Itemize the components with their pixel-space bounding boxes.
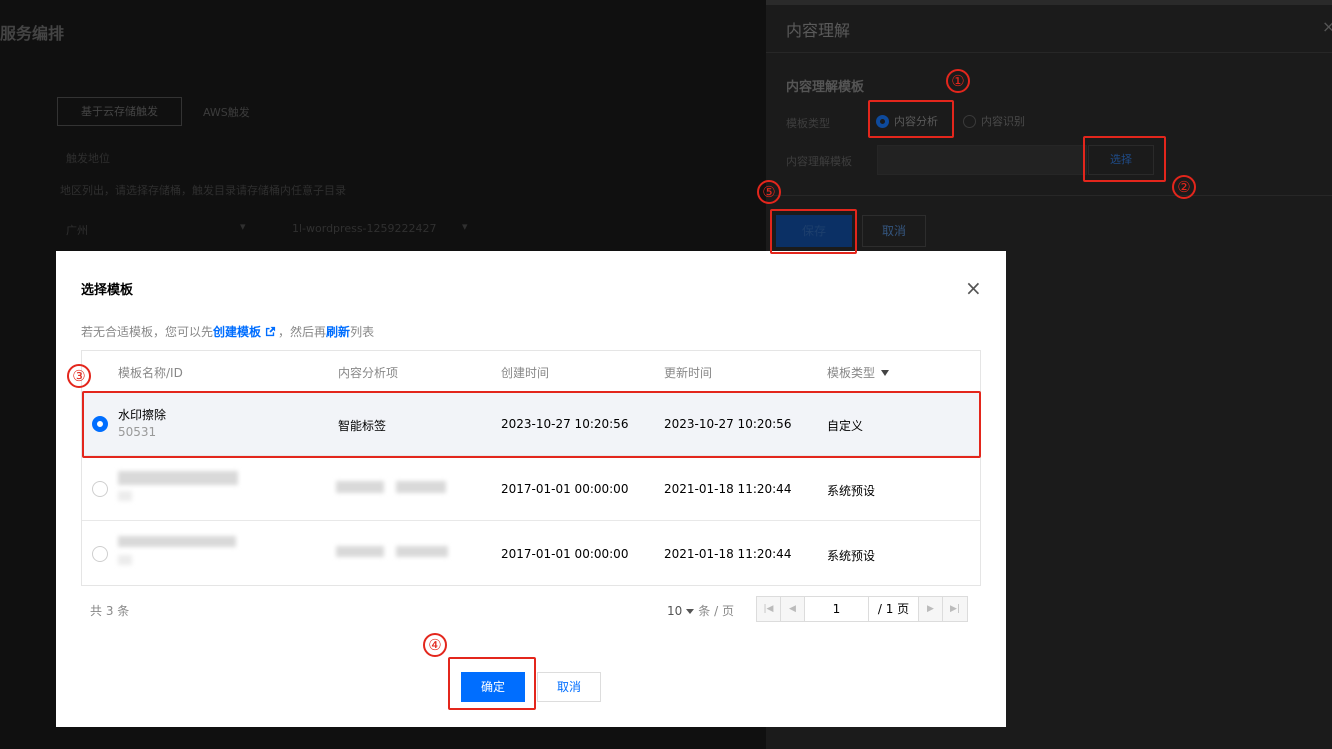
- annotation-box: [770, 209, 857, 254]
- annotation-box: [82, 391, 981, 458]
- modal-tip: 若无合适模板，您可以先创建模板 ，然后再刷新列表: [81, 323, 374, 340]
- trigger-row: 广州 ▾ 1l-wordpress-1259222427 ▾: [60, 218, 480, 240]
- created-time: 2017-01-01 00:00:00: [501, 547, 629, 561]
- template-type: 系统预设: [827, 484, 876, 498]
- updated-time: 2021-01-18 11:20:44: [664, 547, 792, 561]
- column-header-updated: 更新时间: [664, 366, 713, 380]
- column-header-type-label: 模板类型: [827, 366, 876, 380]
- chevron-down-icon: [686, 609, 695, 614]
- modal-title: 选择模板: [81, 283, 134, 298]
- prev-page-icon[interactable]: ◀: [781, 597, 805, 621]
- radio-content-recognition[interactable]: 内容识别: [963, 113, 1025, 129]
- redacted-id: [118, 555, 132, 565]
- cancel-button[interactable]: 取消: [537, 672, 601, 702]
- page-size-unit: 条 / 页: [698, 604, 734, 618]
- close-icon[interactable]: ×: [965, 278, 982, 298]
- chevron-down-icon[interactable]: ▾: [240, 220, 246, 233]
- chevron-down-icon[interactable]: ▾: [462, 220, 468, 233]
- tab-aws-trigger[interactable]: AWS触发: [203, 104, 250, 120]
- table-row[interactable]: 2017-01-01 00:00:00 2021-01-18 11:20:44 …: [82, 522, 980, 586]
- annotation-number: ③: [67, 364, 91, 388]
- redacted-item: [396, 546, 448, 557]
- filter-icon[interactable]: [881, 370, 890, 376]
- annotation-number: ⑤: [757, 180, 781, 204]
- cancel-button[interactable]: 取消: [862, 215, 926, 247]
- annotation-box: [1083, 136, 1166, 182]
- next-page-icon[interactable]: ▶: [919, 597, 943, 621]
- create-template-link[interactable]: 创建模板: [213, 325, 261, 339]
- refresh-link[interactable]: 刷新: [326, 325, 350, 339]
- column-header-type[interactable]: 模板类型: [827, 364, 890, 381]
- bucket-value: 1l-wordpress-1259222427: [292, 222, 437, 235]
- close-icon[interactable]: ×: [1322, 17, 1332, 36]
- radio-label: 内容识别: [981, 115, 1025, 128]
- redacted-id: [118, 491, 132, 501]
- tip-prefix: 若无合适模板，您可以先: [81, 325, 214, 339]
- page-title: 服务编排: [0, 24, 65, 43]
- redacted-name: [118, 536, 236, 547]
- page-size-select[interactable]: 10 条 / 页: [667, 602, 734, 619]
- page-size-value: 10: [667, 604, 683, 618]
- redacted-item: [336, 481, 384, 493]
- row-radio[interactable]: [92, 481, 108, 497]
- section-label: 触发地位: [66, 152, 110, 165]
- redacted-item: [396, 481, 446, 493]
- pagination: |◀ ◀ 1 / 1 页 ▶ ▶|: [756, 596, 968, 622]
- updated-time: 2021-01-18 11:20:44: [664, 482, 792, 496]
- table-header: 模板名称/ID 内容分析项 创建时间 更新时间 模板类型: [82, 351, 980, 392]
- select-template-modal: 选择模板 × 若无合适模板，您可以先创建模板 ，然后再刷新列表 模板名称/ID 内…: [56, 251, 1006, 727]
- table-row[interactable]: 2017-01-01 00:00:00 2021-01-18 11:20:44 …: [82, 457, 980, 521]
- column-header-created: 创建时间: [501, 366, 550, 380]
- tab-cos-trigger[interactable]: 基于云存储触发: [57, 97, 182, 126]
- template-input[interactable]: [877, 145, 1087, 175]
- drawer-title: 内容理解: [786, 21, 851, 40]
- template-type-label: 模板类型: [786, 117, 830, 130]
- first-page-icon[interactable]: |◀: [757, 597, 781, 621]
- redacted-name: [118, 471, 238, 485]
- drawer-header: 内容理解 ×: [766, 5, 1332, 53]
- hint-text: 地区列出，请选择存储桶，触发目录请存储桶内任意子目录: [60, 184, 346, 197]
- tip-suffix: 列表: [350, 325, 375, 339]
- drawer-subtitle: 内容理解模板: [786, 80, 865, 95]
- annotation-box: [868, 100, 954, 138]
- annotation-box: [448, 657, 536, 710]
- external-link-icon[interactable]: [265, 326, 276, 337]
- annotation-number: ④: [423, 633, 447, 657]
- template-table: 模板名称/ID 内容分析项 创建时间 更新时间 模板类型 水印擦除 50531 …: [81, 350, 981, 586]
- tip-middle: ，然后再: [278, 325, 327, 339]
- total-count: 共 3 条: [90, 604, 130, 618]
- created-time: 2017-01-01 00:00:00: [501, 482, 629, 496]
- column-header-name: 模板名称/ID: [118, 366, 183, 380]
- region-value: 广州: [66, 224, 88, 237]
- annotation-number: ①: [946, 69, 970, 93]
- redacted-item: [336, 546, 384, 557]
- last-page-icon[interactable]: ▶|: [943, 597, 967, 621]
- divider: [766, 195, 1332, 196]
- radio-dot: [963, 114, 976, 128]
- row-radio[interactable]: [92, 546, 108, 562]
- column-header-item: 内容分析项: [338, 366, 399, 380]
- total-pages: / 1 页: [869, 597, 919, 621]
- annotation-number: ②: [1172, 175, 1196, 199]
- template-type: 系统预设: [827, 549, 876, 563]
- template-label: 内容理解模板: [786, 155, 852, 168]
- page-input[interactable]: 1: [805, 597, 869, 621]
